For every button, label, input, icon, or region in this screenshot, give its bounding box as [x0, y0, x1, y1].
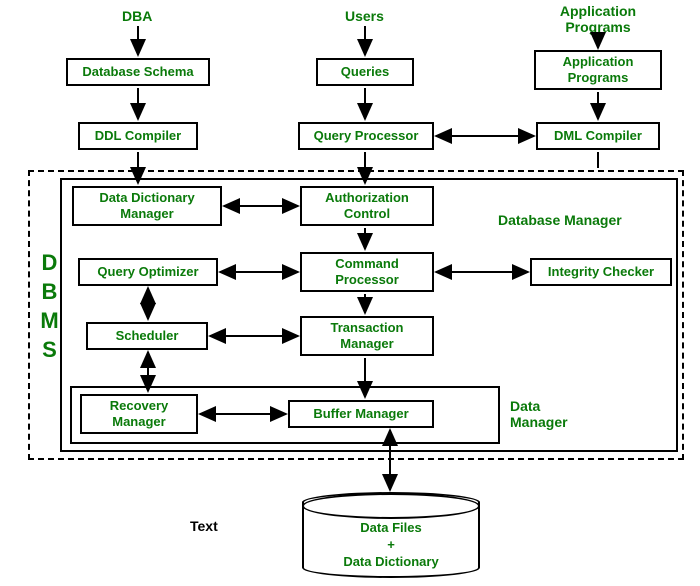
actor-dba: DBA: [122, 8, 152, 24]
node-buffer-manager: Buffer Manager: [288, 400, 434, 428]
label-data-manager: Data Manager: [510, 398, 568, 430]
node-app-programs: Application Programs: [534, 50, 662, 90]
node-recovery-manager: Recovery Manager: [80, 394, 198, 434]
node-query-processor: Query Processor: [298, 122, 434, 150]
node-dml-compiler: DML Compiler: [536, 122, 660, 150]
actor-users: Users: [345, 8, 384, 24]
node-scheduler: Scheduler: [86, 322, 208, 350]
storage-cylinder-text: Data Files + Data Dictionary: [304, 520, 478, 571]
node-query-optimizer: Query Optimizer: [78, 258, 218, 286]
storage-cylinder: Data Files + Data Dictionary: [302, 492, 480, 578]
actor-app-programs: Application Programs: [548, 3, 648, 35]
node-integrity-checker: Integrity Checker: [530, 258, 672, 286]
label-database-manager: Database Manager: [498, 212, 622, 228]
node-data-dictionary-manager: Data Dictionary Manager: [72, 186, 222, 226]
node-queries: Queries: [316, 58, 414, 86]
label-dbms: DBMS: [36, 250, 62, 366]
node-command-processor: Command Processor: [300, 252, 434, 292]
node-authorization-control: Authorization Control: [300, 186, 434, 226]
node-ddl-compiler: DDL Compiler: [78, 122, 198, 150]
label-text: Text: [190, 518, 218, 534]
node-transaction-manager: Transaction Manager: [300, 316, 434, 356]
node-database-schema: Database Schema: [66, 58, 210, 86]
